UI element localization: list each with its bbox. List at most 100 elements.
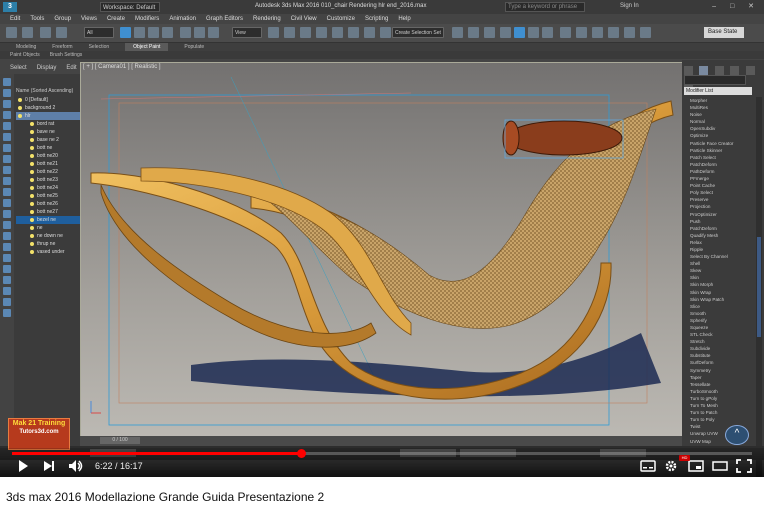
explorer-tool-icon[interactable] (3, 78, 11, 86)
modifier-item[interactable]: Turn to gPoly (690, 395, 752, 402)
menu-item-animation[interactable]: Animation (169, 14, 196, 24)
search-input[interactable]: Type a keyword or phrase (505, 2, 585, 12)
modifier-item[interactable]: Projection (690, 203, 752, 210)
window-crossing-icon[interactable] (162, 27, 173, 38)
modifier-item[interactable]: Turn to Patch (690, 409, 752, 416)
modifier-item[interactable]: Skin Wrap Patch (690, 296, 752, 303)
explorer-tool-icon[interactable] (3, 122, 11, 130)
explorer-tool-icon[interactable] (3, 155, 11, 163)
layer-explorer-icon[interactable] (484, 27, 495, 38)
unlink-icon[interactable] (56, 27, 67, 38)
visibility-bulb-icon[interactable] (30, 225, 34, 230)
play-icon[interactable] (16, 459, 30, 473)
explorer-tool-icon[interactable] (3, 309, 11, 317)
modifier-item[interactable]: Particle Skinner (690, 147, 752, 154)
visibility-bulb-icon[interactable] (30, 129, 34, 134)
menu-item-graph-editors[interactable]: Graph Editors (206, 14, 243, 24)
edit-named-selection-icon[interactable] (380, 27, 391, 38)
modifier-item[interactable]: Stretch (690, 338, 752, 345)
visibility-bulb-icon[interactable] (30, 193, 34, 198)
modifier-item[interactable]: Subdivide (690, 345, 752, 352)
render-setup-icon[interactable] (560, 27, 571, 38)
menu-item-modifiers[interactable]: Modifiers (135, 14, 159, 24)
scene-object-row[interactable]: bott ne22 (16, 168, 80, 176)
render-online-icon[interactable] (624, 27, 635, 38)
progress-bar[interactable] (12, 449, 752, 458)
render-environment-icon[interactable] (640, 27, 651, 38)
percent-snap-icon[interactable] (348, 27, 359, 38)
modifier-item[interactable]: Symmetry (690, 367, 752, 374)
modifier-item[interactable]: TurboSmooth (690, 388, 752, 395)
modifier-item[interactable]: ProOptimizer (690, 211, 752, 218)
workspace-selector[interactable]: Workspace: Default (100, 2, 160, 12)
timeline[interactable]: 0 / 100 (80, 436, 682, 446)
rendered-frame-window-icon[interactable] (576, 27, 587, 38)
scene-object-row[interactable]: 0 [Default] (16, 96, 80, 104)
modifier-item[interactable]: SurfDeform (690, 359, 752, 366)
modifier-item[interactable]: Skew (690, 267, 752, 274)
menu-item-group[interactable]: Group (54, 14, 71, 24)
select-object-icon[interactable] (120, 27, 131, 38)
scene-object-row[interactable]: bezel ne (16, 216, 80, 224)
ribbon-tab-modeling[interactable]: Modeling (16, 43, 36, 51)
visibility-bulb-icon[interactable] (18, 113, 22, 118)
snaps-icon[interactable] (316, 27, 327, 38)
rectangle-selection-icon[interactable] (148, 27, 159, 38)
schematic-view-icon[interactable] (528, 27, 539, 38)
explorer-tool-icon[interactable] (3, 89, 11, 97)
miniplayer-icon[interactable] (688, 459, 704, 473)
angle-snap-icon[interactable] (332, 27, 343, 38)
explorer-tool-icon[interactable] (3, 221, 11, 229)
explorer-tool-icon[interactable] (3, 188, 11, 196)
modifier-item[interactable]: Skin Morph (690, 281, 752, 288)
named-selection-dropdown[interactable]: Create Selection Set (392, 27, 444, 38)
select-by-name-icon[interactable] (134, 27, 145, 38)
player-corner-button[interactable]: ^ (725, 425, 749, 445)
explorer-tool-icon[interactable] (3, 111, 11, 119)
explorer-tool-icon[interactable] (3, 287, 11, 295)
menu-item-rendering[interactable]: Rendering (253, 14, 281, 24)
next-icon[interactable] (42, 459, 56, 473)
scene-object-row[interactable]: bott ne25 (16, 192, 80, 200)
scale-icon[interactable] (208, 27, 219, 38)
visibility-bulb-icon[interactable] (30, 185, 34, 190)
modifier-item[interactable]: Noise (690, 111, 752, 118)
scene-menu-display[interactable]: Display (37, 62, 57, 74)
modifier-item[interactable]: Push (690, 218, 752, 225)
volume-icon[interactable] (68, 459, 84, 473)
explorer-tool-icon[interactable] (3, 276, 11, 284)
undo-icon[interactable] (6, 27, 17, 38)
modifier-item[interactable]: Shell (690, 260, 752, 267)
explorer-tool-icon[interactable] (3, 133, 11, 141)
scene-object-row[interactable]: bott ne27 (16, 208, 80, 216)
select-manipulate-icon[interactable] (284, 27, 295, 38)
scene-object-row[interactable]: ne down ne (16, 232, 80, 240)
modifier-item[interactable]: Ripple (690, 246, 752, 253)
modifier-item[interactable]: Patch Select (690, 154, 752, 161)
menu-item-edit[interactable]: Edit (10, 14, 20, 24)
modifier-list-dropdown[interactable]: Modifier List (684, 87, 752, 95)
menu-item-views[interactable]: Views (81, 14, 97, 24)
visibility-bulb-icon[interactable] (30, 121, 34, 126)
visibility-bulb-icon[interactable] (30, 217, 34, 222)
modifier-item[interactable]: Particle Face Creator (690, 140, 752, 147)
scene-object-row[interactable]: bott ne21 (16, 160, 80, 168)
modifier-item[interactable]: Smooth (690, 310, 752, 317)
modifier-item[interactable]: Skin Wrap (690, 289, 752, 296)
move-icon[interactable] (180, 27, 191, 38)
scene-object-row[interactable]: vased under (16, 248, 80, 256)
visibility-bulb-icon[interactable] (30, 209, 34, 214)
scene-object-row[interactable]: bord rat (16, 120, 80, 128)
visibility-bulb-icon[interactable] (18, 97, 22, 102)
ribbon-tab-selection[interactable]: Selection (89, 43, 110, 51)
explorer-tool-icon[interactable] (3, 243, 11, 251)
visibility-bulb-icon[interactable] (30, 153, 34, 158)
modifier-item[interactable]: Point Cache (690, 182, 752, 189)
settings-gear-icon[interactable] (664, 459, 678, 473)
reference-coordinate-dropdown[interactable]: View (232, 27, 262, 38)
menu-item-civil-view[interactable]: Civil View (291, 14, 317, 24)
visibility-bulb-icon[interactable] (30, 249, 34, 254)
mirror-icon[interactable] (452, 27, 463, 38)
menu-item-help[interactable]: Help (398, 14, 410, 24)
base-state-dropdown[interactable]: Base State (704, 27, 744, 38)
